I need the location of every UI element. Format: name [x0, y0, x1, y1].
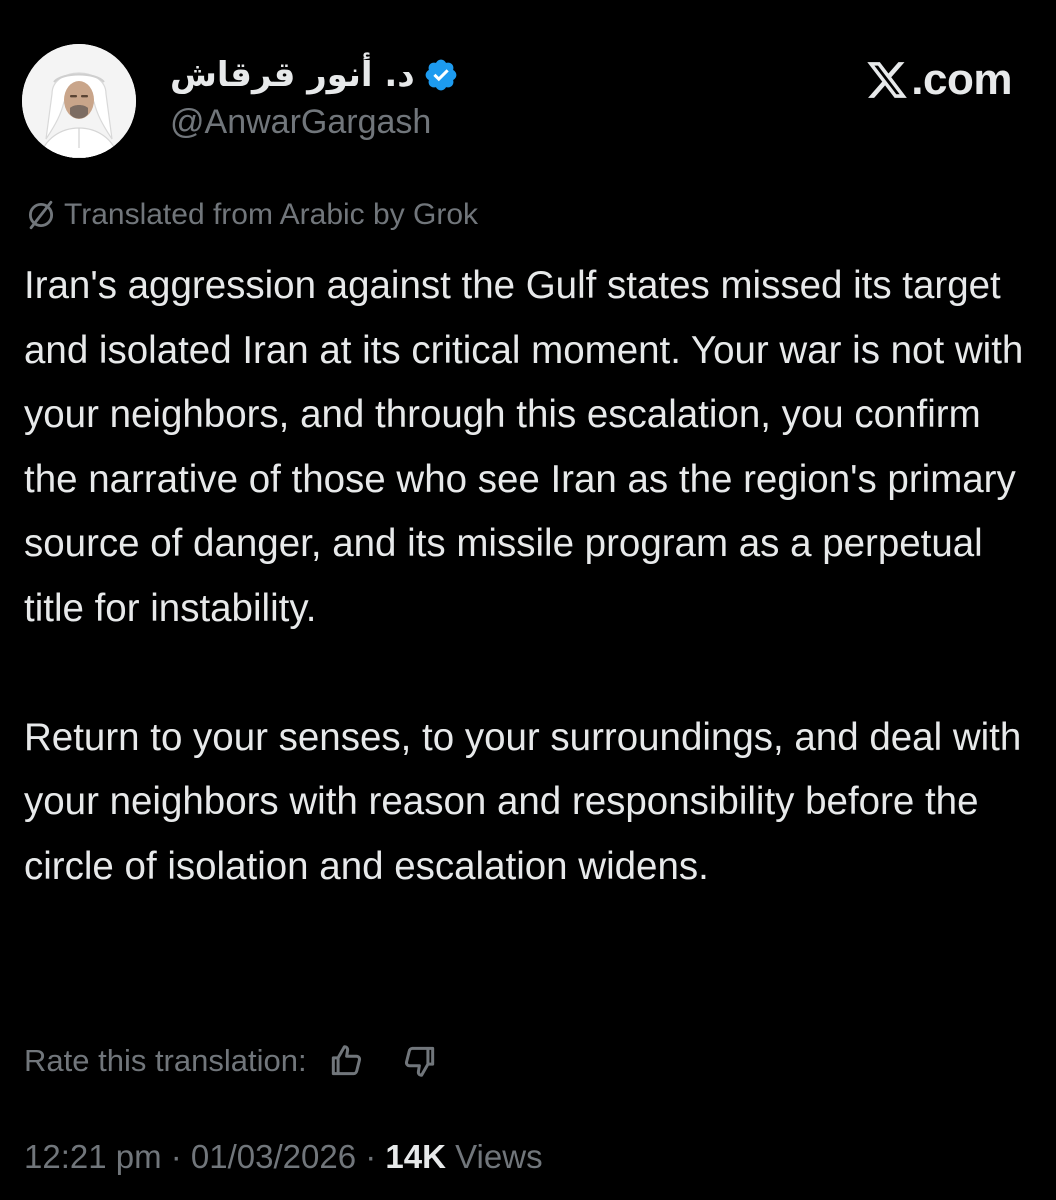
author-display-name[interactable]: د. أنور قرقاش — [170, 50, 415, 100]
translation-note: Translated from Arabic by Grok — [24, 192, 478, 238]
author-name-row: د. أنور قرقاش — [170, 50, 459, 100]
grok-icon — [28, 200, 54, 230]
tweet-date[interactable]: 01/03/2026 — [191, 1138, 356, 1176]
thumbs-down-icon — [404, 1046, 434, 1077]
tweet-paragraph: Return to your senses, to your surroundi… — [24, 715, 1022, 888]
thumbs-up-button[interactable] — [325, 1040, 367, 1082]
meta-separator: · — [161, 1138, 191, 1175]
tweet-text: Iran's aggression against the Gulf state… — [24, 254, 1034, 899]
rate-translation-label: Rate this translation: — [24, 1043, 307, 1078]
tweet-paragraph: Iran's aggression against the Gulf state… — [24, 264, 1024, 630]
translation-note-text: Translated from Arabic by Grok — [64, 198, 479, 231]
avatar[interactable] — [22, 44, 136, 158]
x-logo-icon — [867, 62, 908, 98]
thumbs-up-icon — [331, 1045, 361, 1076]
views-label: Views — [445, 1138, 543, 1175]
tweet-meta: 12:21 pm · 01/03/2026 · 14K Views — [24, 1132, 543, 1182]
meta-separator: · — [356, 1138, 386, 1175]
x-brand: .com — [863, 50, 1012, 110]
rate-translation-row: Rate this translation: — [24, 1036, 441, 1086]
avatar-portrait — [22, 44, 136, 158]
tweet-time[interactable]: 12:21 pm — [24, 1138, 162, 1176]
verified-badge-icon — [425, 59, 457, 91]
author-handle[interactable]: @AnwarGargash — [170, 100, 431, 144]
brand-domain-text: .com — [911, 55, 1012, 104]
views-count[interactable]: 14K — [385, 1138, 446, 1176]
tweet-header: د. أنور قرقاش @AnwarGargash .com — [0, 0, 1056, 180]
thumbs-down-button[interactable] — [399, 1040, 441, 1082]
